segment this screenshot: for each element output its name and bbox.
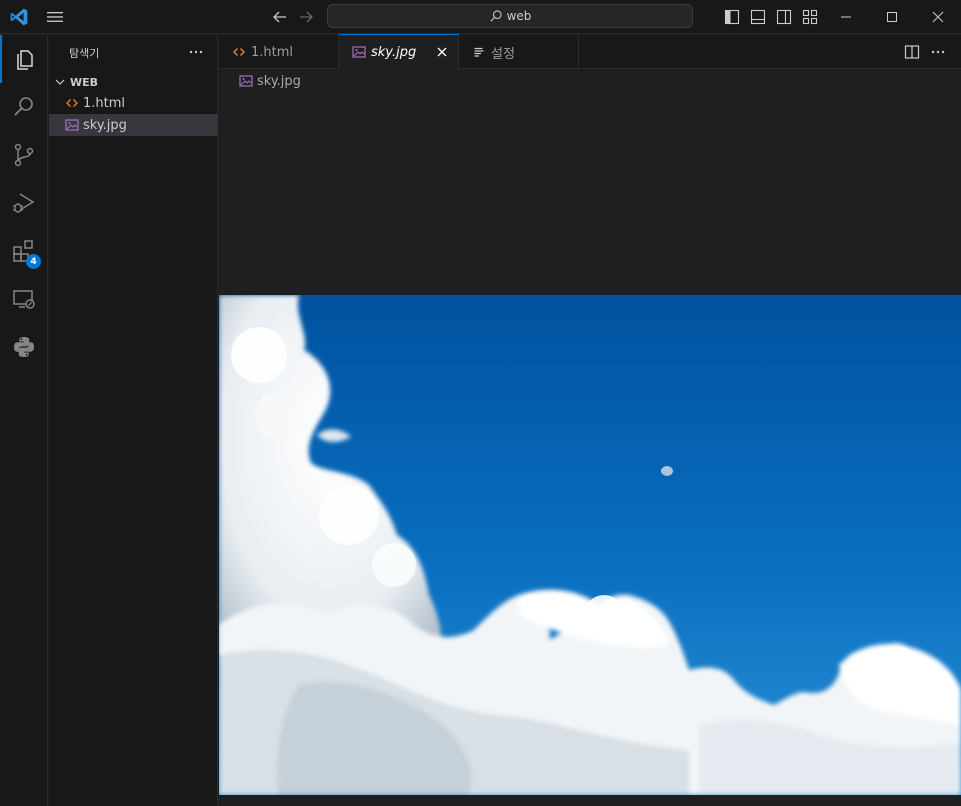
- vscode-logo-icon: [10, 8, 28, 26]
- image-file-icon: [351, 44, 367, 60]
- activity-python[interactable]: [0, 323, 48, 371]
- file-item-sky-jpg[interactable]: sky.jpg: [49, 114, 218, 136]
- extensions-badge: 4: [26, 254, 41, 269]
- activity-run-debug[interactable]: [0, 179, 48, 227]
- split-editor-icon[interactable]: [903, 43, 921, 61]
- workspace-folder-header[interactable]: WEB: [49, 71, 218, 93]
- activity-explorer[interactable]: [0, 35, 48, 83]
- tab-1-html[interactable]: 1.html: [219, 35, 339, 69]
- title-bar: web: [0, 0, 961, 34]
- arrow-forward-icon[interactable]: [296, 7, 316, 27]
- search-icon: [14, 97, 33, 116]
- remote-explorer-icon: [13, 290, 35, 309]
- sidebar-title: 탐색기: [69, 47, 100, 60]
- image-file-icon: [239, 75, 253, 87]
- breadcrumb: sky.jpg: [219, 70, 961, 92]
- close-icon: [932, 11, 944, 23]
- explorer-icon: [17, 50, 33, 70]
- tab-sky-jpg[interactable]: sky.jpg: [339, 34, 459, 69]
- breadcrumb-file[interactable]: sky.jpg: [257, 74, 301, 89]
- toggle-primary-sidebar-icon[interactable]: [723, 8, 741, 26]
- html-file-icon: [231, 44, 247, 60]
- settings-file-icon: [471, 44, 487, 60]
- editor-bottom-edge: [219, 795, 961, 806]
- close-window-button[interactable]: [915, 0, 961, 34]
- customize-layout-icon[interactable]: [801, 8, 819, 26]
- close-tab-icon[interactable]: [434, 44, 450, 60]
- editor-tab-bar: 1.html sky.jpg 설정: [219, 34, 961, 69]
- activity-source-control[interactable]: [0, 131, 48, 179]
- source-control-icon: [14, 143, 34, 167]
- file-item-1-html[interactable]: 1.html: [49, 92, 218, 114]
- python-icon: [14, 337, 34, 357]
- activity-remote-explorer[interactable]: [0, 275, 48, 323]
- tab-label: 설정: [491, 46, 515, 62]
- activity-bar: 4: [0, 35, 48, 806]
- file-label: sky.jpg: [83, 117, 127, 133]
- more-actions-icon[interactable]: [929, 43, 947, 61]
- command-center-label: web: [506, 9, 532, 23]
- workspace-folder-label: WEB: [70, 75, 99, 89]
- maximize-icon: [887, 12, 897, 22]
- tab-settings[interactable]: 설정: [459, 35, 579, 69]
- toggle-secondary-sidebar-icon[interactable]: [775, 8, 793, 26]
- activity-extensions[interactable]: 4: [0, 227, 48, 275]
- explorer-sidebar: 탐색기 WEB 1.html sky.jpg: [49, 35, 218, 806]
- command-center-search[interactable]: web: [327, 4, 693, 28]
- sidebar-header: 탐색기: [49, 35, 218, 68]
- toggle-panel-icon[interactable]: [749, 8, 767, 26]
- arrow-back-icon[interactable]: [270, 7, 290, 27]
- file-label: 1.html: [83, 95, 126, 111]
- minimize-button[interactable]: [823, 0, 869, 34]
- maximize-button[interactable]: [869, 0, 915, 34]
- search-icon: [489, 10, 502, 22]
- tab-label: sky.jpg: [371, 44, 417, 60]
- image-file-icon: [65, 118, 79, 132]
- more-actions-icon[interactable]: [187, 43, 205, 61]
- tab-label: 1.html: [251, 44, 294, 60]
- html-file-icon: [65, 96, 79, 110]
- run-debug-icon: [13, 193, 35, 213]
- chevron-down-icon: [55, 79, 65, 85]
- activity-search[interactable]: [0, 83, 48, 131]
- image-preview: [219, 295, 961, 795]
- sky-image: [219, 295, 961, 795]
- menu-icon[interactable]: [45, 9, 65, 25]
- minimize-icon: [841, 16, 851, 18]
